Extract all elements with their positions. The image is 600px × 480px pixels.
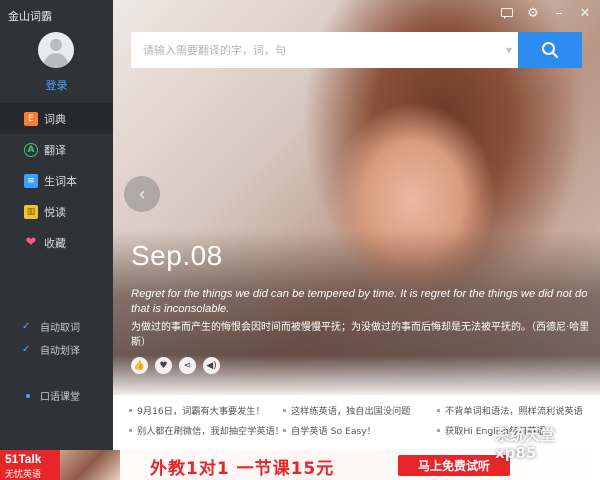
daily-date: Sep.08 [131,240,223,271]
sidebar-item-label: 悦读 [44,205,66,219]
avatar[interactable] [38,32,74,68]
sidebar-item-reading[interactable]: ▥ 悦读 [0,196,113,227]
avatar-body [44,53,68,68]
oral-class-link[interactable]: 口语课堂 [26,388,80,403]
news-item[interactable]: 别人都在刷微信，我却抽空学英语！ [129,423,279,437]
checkmark-icon: ✓ [22,344,31,355]
heart-icon: ❤ [25,235,37,250]
bullet-icon [26,393,30,398]
auto-lookup-option[interactable]: ✓ 自动取词 [22,319,80,335]
vocabulary-book-icon: ≡ [24,173,38,188]
search-input[interactable] [131,32,500,68]
search-bar: ▼ [131,32,582,68]
speaker-icon[interactable]: ◀) [203,357,220,374]
ad-cta-button[interactable]: 马上免费试听 [398,455,510,476]
login-link[interactable]: 登录 [0,77,113,93]
ad-brand: 51Talk [5,452,42,466]
ad-logo: 51Talk 无忧英语 [0,450,60,480]
sidebar-item-label: 翻译 [44,143,66,157]
news-item[interactable]: 这样练英语，独自出国没问题 [283,403,433,417]
sidebar-item-label: 生词本 [44,174,77,188]
option-label: 自动划译 [40,346,80,357]
news-item[interactable]: 自学英语 So Easy！ [283,423,433,437]
sidebar-item-favorites[interactable]: ❤ 收藏 [0,227,113,258]
reading-icon: ▥ [24,204,38,219]
sidebar-item-vocabulary[interactable]: ≡ 生词本 [0,165,113,196]
sidebar-item-label: 收藏 [44,236,66,250]
option-label: 自动取词 [40,323,80,334]
minimize-icon[interactable]: – [552,6,566,21]
ad-brand-sub: 无忧英语 [5,470,42,480]
translate-icon: A [24,142,38,157]
share-icon[interactable]: ⋖ [179,357,196,374]
search-icon [542,42,559,59]
dictionary-icon: E [24,111,38,126]
news-item[interactable]: 不背单词和语法，照样流利说英语 [437,403,587,417]
heart-icon[interactable]: ♥ [155,357,172,374]
auto-translate-option[interactable]: ✓ 自动划译 [22,342,80,358]
oral-class-label: 口语课堂 [40,392,80,403]
ad-headline: 外教1对1 一节课15元 [150,459,335,479]
watermark: 系统天堂 xp85 [495,426,595,476]
app-title: 金山词霸 [8,10,52,23]
watermark-line1: 系统天堂 [495,426,556,444]
watermark-line2: xp85 [495,444,537,462]
previous-day-button[interactable]: ‹ [124,176,160,212]
sidebar-item-translate[interactable]: A 翻译 [0,134,113,165]
window-controls: ⚙ – ✕ [500,6,592,21]
feedback-icon[interactable] [500,6,514,20]
sidebar-item-label: 词典 [44,112,66,126]
daily-quote-english: Regret for the things we did can be temp… [131,288,588,315]
avatar-head [50,39,62,51]
main-content: ⚙ – ✕ ▼ ‹ Sep.08 Regret for the things w… [113,0,600,450]
like-icon[interactable]: 👍 [131,357,148,374]
sidebar-nav: E 词典 A 翻译 ≡ 生词本 ▥ 悦读 ❤ 收藏 [0,103,113,258]
close-icon[interactable]: ✕ [578,6,592,21]
daily-quote-chinese: 为做过的事而产生的悔恨会因时间而被慢慢平抚；为没做过的事而后悔却是无法被平抚的。… [131,322,590,348]
ad-photo [60,450,120,480]
chevron-down-icon[interactable]: ▼ [500,32,518,68]
gear-icon[interactable]: ⚙ [526,6,540,21]
search-button[interactable] [518,32,582,68]
sidebar-item-dictionary[interactable]: E 词典 [0,103,113,134]
checkmark-icon: ✓ [22,321,31,332]
news-item[interactable]: 9月16日，词霸有大事要发生！ [129,403,279,417]
sidebar: 金山词霸 登录 E 词典 A 翻译 ≡ 生词本 ▥ 悦读 ❤ 收藏 ✓ 自动取词… [0,0,113,450]
daily-actions: 👍 ♥ ⋖ ◀) [131,357,220,374]
